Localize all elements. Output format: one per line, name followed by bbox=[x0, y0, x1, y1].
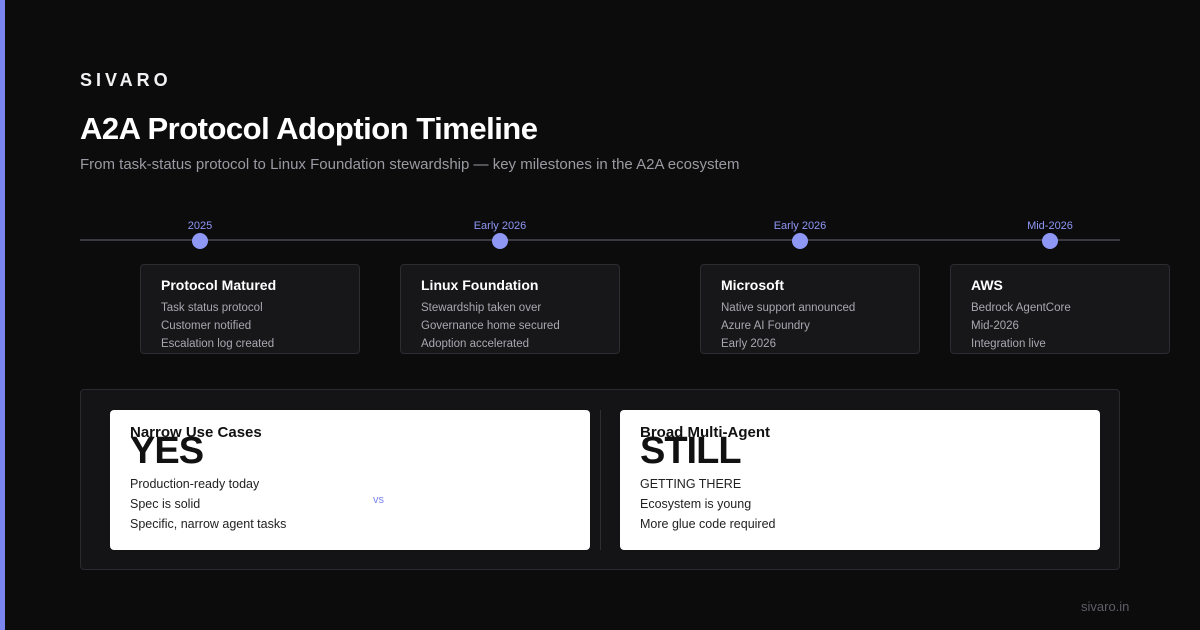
comparison-line: Spec is solid bbox=[130, 497, 201, 511]
brand-logo: SIVARO bbox=[80, 70, 172, 90]
timeline-date: Mid-2026 bbox=[1027, 220, 1073, 232]
card-line: Azure AI Foundry bbox=[721, 320, 810, 332]
card-title: Linux Foundation bbox=[421, 277, 539, 293]
comparison-lines: Production-ready today Spec is solid Spe… bbox=[130, 474, 286, 534]
timeline-dot bbox=[1042, 233, 1058, 249]
card-title: AWS bbox=[971, 277, 1003, 293]
timeline-dot bbox=[192, 233, 208, 249]
card-title: Microsoft bbox=[721, 277, 784, 293]
card-line: Early 2026 bbox=[721, 338, 776, 350]
timeline-dot bbox=[792, 233, 808, 249]
milestone-card-protocol: Protocol Matured Task status protocol Cu… bbox=[140, 264, 360, 354]
comparison-line: Ecosystem is young bbox=[640, 497, 752, 511]
milestone-card-microsoft: Microsoft Native support announced Azure… bbox=[700, 264, 920, 354]
milestone-card-linux-foundation: Linux Foundation Stewardship taken over … bbox=[400, 264, 620, 354]
vs-label: vs bbox=[373, 494, 384, 506]
card-line: Mid-2026 bbox=[971, 320, 1019, 332]
card-line: Governance home secured bbox=[421, 320, 560, 332]
card-line: Adoption accelerated bbox=[421, 338, 530, 350]
timeline-node-2: Early 2026 bbox=[440, 220, 560, 249]
card-line: Task status protocol bbox=[161, 302, 263, 314]
comparison-line: Specific, narrow agent tasks bbox=[130, 517, 287, 531]
card-line: Bedrock AgentCore bbox=[971, 302, 1071, 314]
page-subtitle: From task-status protocol to Linux Found… bbox=[80, 156, 740, 173]
card-line: Native support announced bbox=[721, 302, 856, 314]
footer-url[interactable]: sivaro.in bbox=[1081, 599, 1129, 614]
timeline-date: Early 2026 bbox=[473, 220, 527, 232]
page-title: A2A Protocol Adoption Timeline bbox=[80, 111, 538, 146]
timeline-node-4: Mid-2026 bbox=[990, 220, 1110, 249]
timeline-node-3: Early 2026 bbox=[740, 220, 860, 249]
comparison-divider bbox=[600, 410, 601, 550]
comparison-title: Narrow Use Cases bbox=[130, 424, 262, 441]
card-line: Stewardship taken over bbox=[421, 302, 542, 314]
timeline-date: 2025 bbox=[187, 220, 213, 232]
comparison-right: STILL Broad Multi-Agent GETTING THERE Ec… bbox=[620, 410, 1100, 550]
comparison-line: More glue code required bbox=[640, 517, 776, 531]
comparison-line: GETTING THERE bbox=[640, 477, 742, 491]
timeline-dot bbox=[492, 233, 508, 249]
card-line: Escalation log created bbox=[161, 338, 275, 350]
comparison-lines: GETTING THERE Ecosystem is young More gl… bbox=[640, 474, 776, 534]
accent-bar bbox=[0, 0, 5, 630]
card-line: Customer notified bbox=[161, 320, 252, 332]
comparison-panel: YES Narrow Use Cases Production-ready to… bbox=[80, 389, 1120, 570]
card-title: Protocol Matured bbox=[161, 277, 277, 293]
comparison-left: YES Narrow Use Cases Production-ready to… bbox=[110, 410, 590, 550]
card-line: Integration live bbox=[971, 338, 1046, 350]
timeline-date: Early 2026 bbox=[773, 220, 827, 232]
milestone-card-aws: AWS Bedrock AgentCore Mid-2026 Integrati… bbox=[950, 264, 1170, 354]
comparison-title: Broad Multi-Agent bbox=[640, 424, 770, 441]
timeline-node-1: 2025 bbox=[140, 220, 260, 249]
comparison-line: Production-ready today bbox=[130, 477, 260, 491]
